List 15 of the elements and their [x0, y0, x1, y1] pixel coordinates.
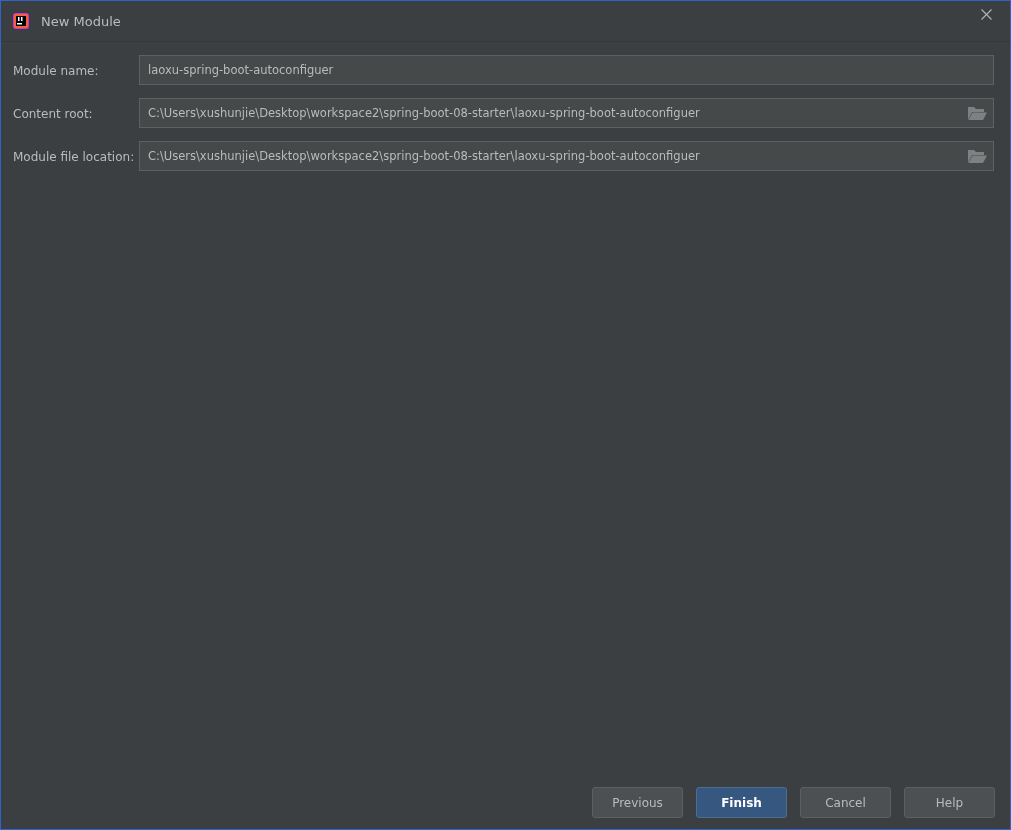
folder-icon[interactable]: [968, 106, 987, 120]
dialog-button[interactable]: Help: [904, 787, 995, 818]
path-field[interactable]: C:\Users\xushunjie\Desktop\workspace2\spring-boot-08-starter\laoxu-spring-boot-autoconfiguer: [139, 98, 994, 128]
dialog-button[interactable]: Previous: [592, 787, 683, 818]
app-logo-icon: [13, 13, 29, 29]
field-label: Module name:: [13, 63, 100, 78]
dialog-button[interactable]: Finish: [696, 787, 787, 818]
field-label: Module file location:: [13, 149, 136, 164]
field-label: Content root:: [13, 106, 94, 121]
folder-icon[interactable]: [968, 149, 987, 163]
input-field[interactable]: laoxu-spring-boot-autoconfiguer: [139, 55, 994, 85]
window-title: New Module: [41, 13, 121, 29]
path-field[interactable]: C:\Users\xushunjie\Desktop\workspace2\spring-boot-08-starter\laoxu-spring-boot-autoconfiguer: [139, 141, 994, 171]
dialog-button[interactable]: Cancel: [800, 787, 891, 818]
close-icon[interactable]: [981, 8, 992, 20]
